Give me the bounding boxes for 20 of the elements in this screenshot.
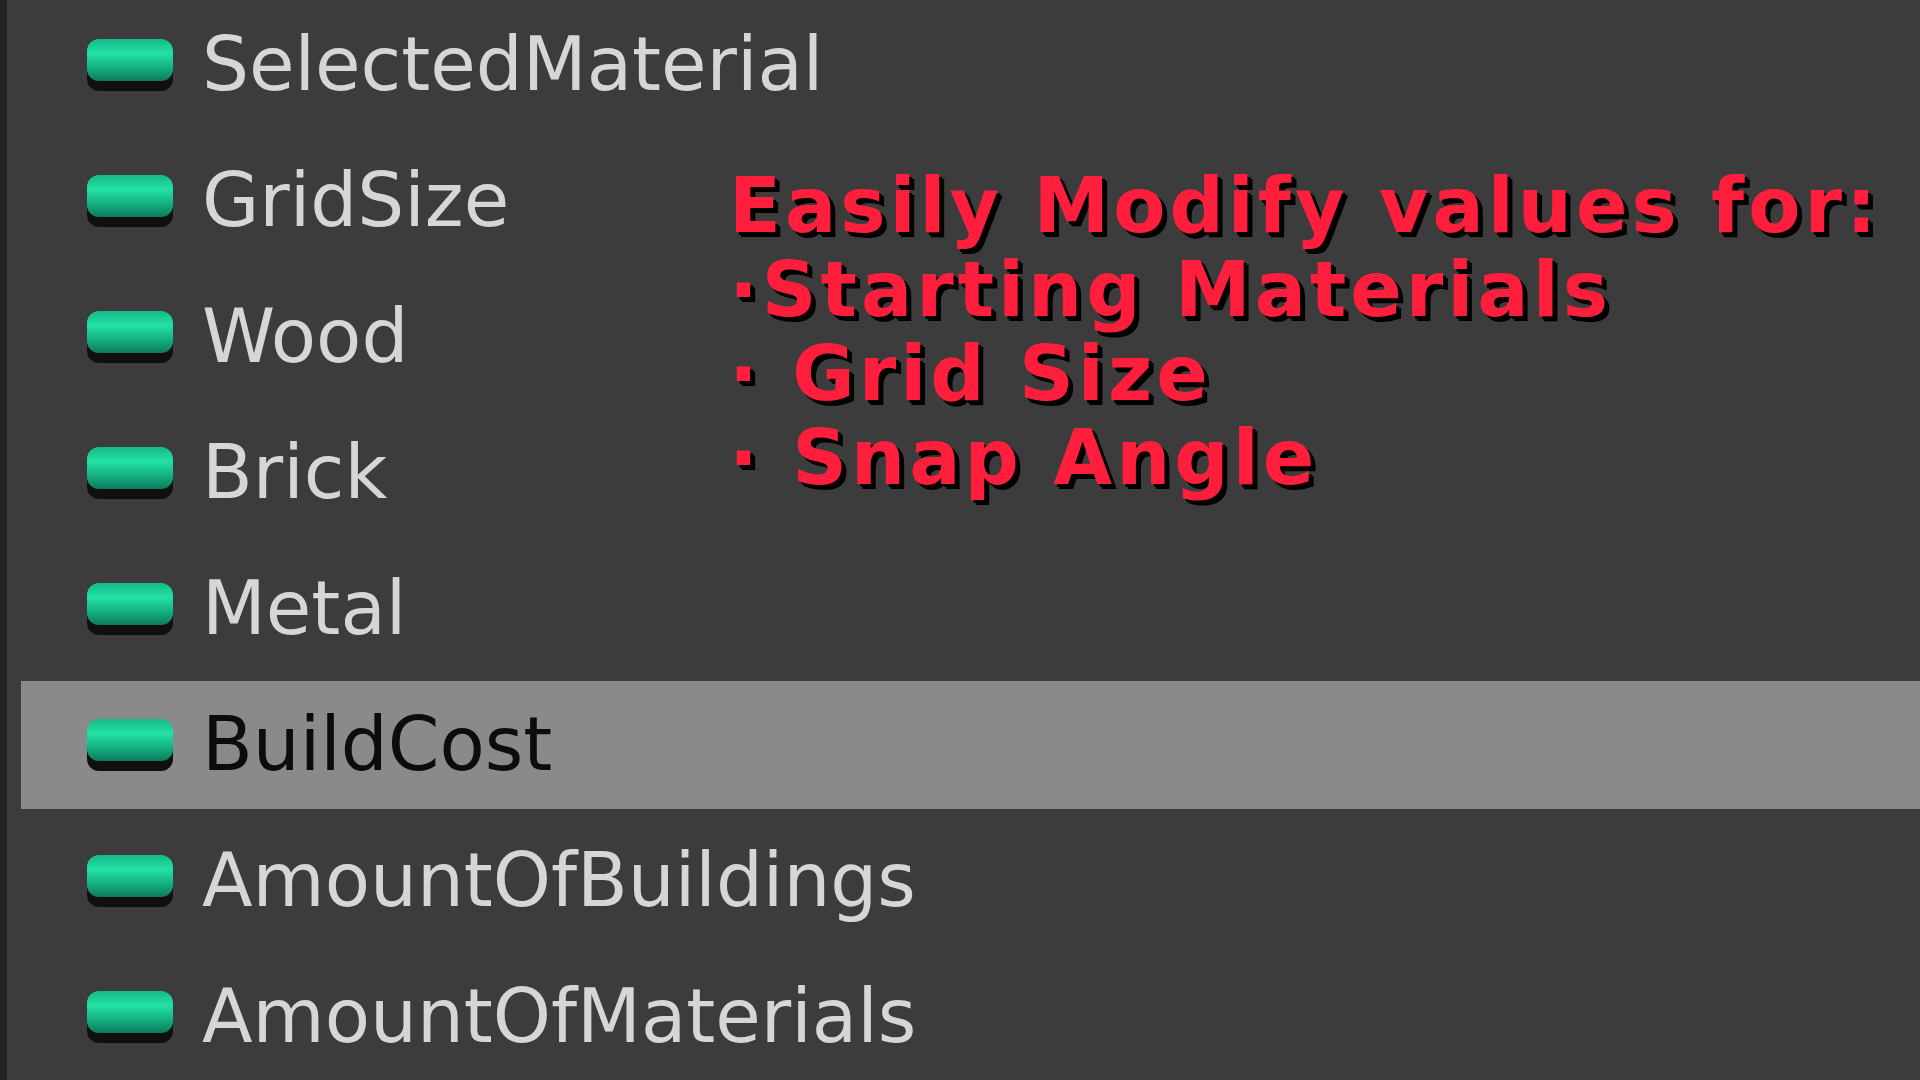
variable-item[interactable]: Wood xyxy=(86,294,409,380)
capsule-icon xyxy=(86,991,174,1043)
variable-item[interactable]: Brick xyxy=(86,430,388,516)
capsule-icon xyxy=(86,447,174,499)
capsule-icon xyxy=(86,39,174,91)
capsule-icon xyxy=(86,583,174,635)
variable-item[interactable]: Metal xyxy=(86,566,407,652)
annotation-title: Easily Modify values for: xyxy=(729,172,1882,252)
variable-item[interactable]: AmountOfMaterials xyxy=(86,974,917,1060)
capsule-icon xyxy=(86,311,174,363)
variable-item[interactable]: BuildCost xyxy=(21,681,1920,809)
variable-item[interactable]: GridSize xyxy=(86,158,510,244)
capsule-icon xyxy=(86,719,174,771)
annotation-bullet: · Snap Angle xyxy=(729,424,1320,504)
variable-item[interactable]: SelectedMaterial xyxy=(86,22,824,108)
capsule-icon xyxy=(86,175,174,227)
variable-item[interactable]: AmountOfBuildings xyxy=(86,838,916,924)
annotation-bullet: ·Starting Materials xyxy=(729,256,1613,336)
annotation-bullet: · Grid Size xyxy=(729,340,1213,420)
capsule-icon xyxy=(86,855,174,907)
